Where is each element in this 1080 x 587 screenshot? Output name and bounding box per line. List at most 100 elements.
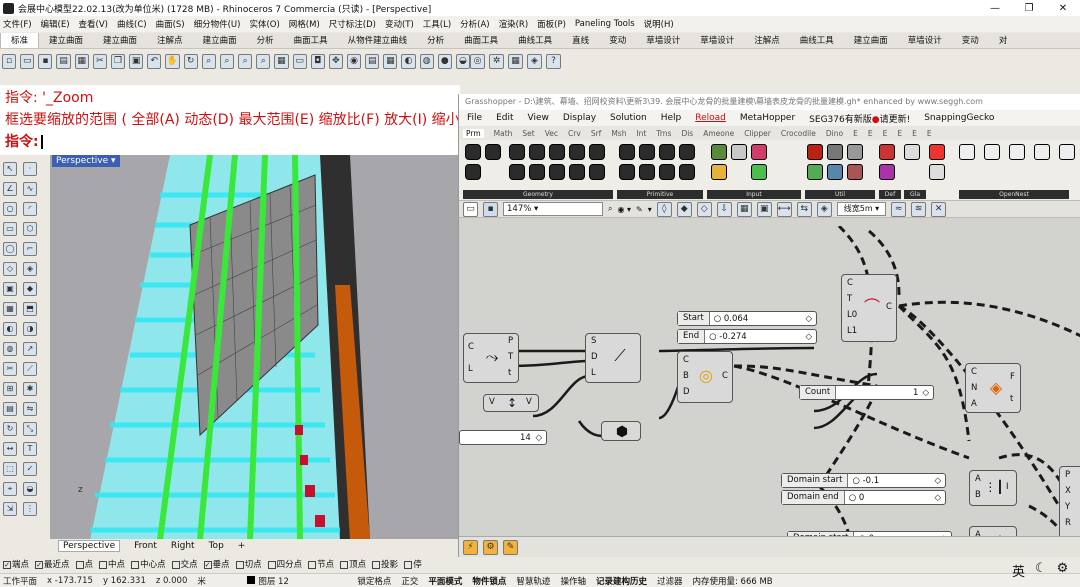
text-icon[interactable]: T (23, 442, 37, 456)
osnap-intersection[interactable]: 交点 (171, 558, 198, 570)
gh-tab-e4[interactable]: E (897, 129, 902, 138)
transform-icon[interactable]: ⇲ (3, 502, 17, 516)
port-c[interactable]: C (683, 355, 689, 365)
primitive-param-icon[interactable] (619, 164, 635, 180)
gh-node-param[interactable]: ⬢ (601, 421, 641, 441)
solid-icon[interactable]: ◆ (23, 282, 37, 296)
input-param-icon[interactable] (751, 144, 767, 160)
loft-icon[interactable]: ◈ (23, 262, 37, 276)
perspective-viewport[interactable]: Perspective ▾ z (50, 155, 460, 540)
nest-icon[interactable] (1059, 144, 1075, 160)
toggle-smarttrack[interactable]: 智慧轨迹 (516, 575, 550, 587)
preview-selected-icon[interactable]: ◇ (696, 201, 712, 217)
cut-icon[interactable]: ✂ (92, 53, 107, 69)
restore-button[interactable]: ❐ (1012, 3, 1046, 14)
wire-icon[interactable]: ✕ (931, 201, 947, 217)
port-a[interactable]: A (971, 399, 977, 409)
toggle-gumball[interactable]: 操作轴 (560, 575, 586, 587)
tab-item[interactable]: 曲线工具 (790, 33, 844, 48)
current-layer[interactable]: 图层 12 (247, 575, 347, 587)
select-arrow-icon[interactable]: ↖ (3, 162, 17, 176)
checkbox[interactable] (308, 560, 317, 569)
rotate-icon[interactable]: ↻ (3, 422, 17, 436)
toggle-planar[interactable]: 平面模式 (428, 575, 462, 587)
port-a[interactable]: A (975, 474, 981, 484)
gh-menu-metahopper[interactable]: MetaHopper (740, 113, 795, 123)
polygon-icon[interactable]: ⬡ (23, 222, 37, 236)
geometry-param-icon[interactable] (589, 144, 605, 160)
viewport-tab-perspective[interactable]: Perspective (58, 540, 121, 552)
menu-paneling-tools[interactable]: Paneling Tools (575, 19, 635, 29)
menu-panels[interactable]: 面板(P) (537, 18, 566, 30)
checkbox[interactable]: ✓ (203, 560, 212, 569)
tab-item[interactable]: 曲面工具 (284, 33, 338, 48)
primitive-param-icon[interactable] (619, 144, 635, 160)
panel-icon[interactable]: ▦ (508, 53, 523, 69)
help-icon[interactable]: ? (546, 53, 561, 69)
point-icon[interactable]: · (23, 162, 37, 176)
primitive-param-icon[interactable] (659, 144, 675, 160)
import-icon[interactable]: ▦ (74, 53, 89, 69)
gh-tab-clipper[interactable]: Clipper (744, 129, 771, 138)
tab-item[interactable]: 注解点 (147, 33, 193, 48)
preview-shaded-icon[interactable]: ◆ (676, 201, 692, 217)
gh-tab-display[interactable]: Dis (681, 129, 693, 138)
toggle-filter[interactable]: 过滤器 (657, 575, 683, 587)
tab-item[interactable]: 草墙设计 (636, 33, 690, 48)
gh-tab-ameone[interactable]: Ameone (703, 129, 734, 138)
add-viewport-button[interactable]: + (238, 541, 246, 551)
gh-node-plane[interactable]: P X Y R (1059, 466, 1080, 546)
port-f[interactable]: F (1010, 372, 1015, 382)
gh-tab-e1[interactable]: E (853, 129, 858, 138)
gh-tab-dino[interactable]: Dino (826, 129, 843, 138)
port-b[interactable]: B (975, 490, 981, 500)
tab-item[interactable]: 曲线工具 (508, 33, 562, 48)
tab-standard[interactable]: 标准 (0, 33, 40, 48)
tab-item[interactable]: 草墙设计 (690, 33, 744, 48)
menu-surface[interactable]: 曲面(S) (156, 18, 185, 30)
geometry-param-icon[interactable] (569, 144, 585, 160)
menu-tools[interactable]: 工具(L) (423, 18, 451, 30)
gh-tab-e2[interactable]: E (868, 129, 873, 138)
menu-view[interactable]: 查看(V) (79, 18, 108, 30)
linewidth-dropdown[interactable]: 线宽5m ▾ (836, 202, 887, 216)
slider-grip-icon[interactable]: ◇ (805, 332, 816, 342)
menu-file[interactable]: 文件(F) (3, 18, 32, 30)
util-icon[interactable] (847, 164, 863, 180)
nest-icon[interactable] (1009, 144, 1025, 160)
connect-icon[interactable]: ⟷ (776, 201, 792, 217)
select-icon[interactable]: ▭ (292, 53, 307, 69)
sphere-render-icon[interactable]: ● (437, 53, 452, 69)
osnap-end[interactable]: ✓ 端点 (3, 558, 29, 570)
port-c[interactable]: C (971, 367, 977, 377)
port-t[interactable]: t (1010, 394, 1013, 404)
close-button[interactable]: ✕ (1046, 3, 1080, 14)
car-icon[interactable]: ◘ (310, 53, 325, 69)
gh-plugin-icon[interactable]: ⚡ (463, 540, 478, 555)
check-icon[interactable]: ✓ (23, 462, 37, 476)
osnap-perp[interactable]: ✓ 垂点 (203, 558, 230, 570)
block-icon[interactable]: ⬚ (3, 462, 17, 476)
rotate-view-icon[interactable]: ↻ (183, 53, 198, 69)
slider-grip-icon[interactable]: ◇ (535, 433, 546, 443)
geometry-param-icon[interactable] (509, 164, 525, 180)
gh-node-vector[interactable]: V V ↕ (483, 394, 539, 412)
zoom-window-icon[interactable]: ⌕ (219, 53, 235, 69)
port-v[interactable]: V (489, 397, 495, 407)
toggle-osnap[interactable]: 物件锁点 (472, 575, 506, 587)
box-icon[interactable]: ▣ (3, 282, 17, 296)
tab-item[interactable]: 分析 (417, 33, 454, 48)
geometry-param-icon[interactable] (569, 164, 585, 180)
fillet-icon[interactable]: ⌐ (23, 242, 37, 256)
port-p[interactable]: P (1065, 470, 1070, 480)
scale-icon[interactable]: ⤡ (23, 422, 37, 436)
primitive-param-icon[interactable] (659, 164, 675, 180)
checkbox[interactable]: ✓ (3, 560, 11, 569)
preview-wire-icon[interactable]: ◊ (656, 201, 672, 217)
port-p[interactable]: P (508, 336, 513, 346)
minimize-button[interactable]: — (978, 3, 1012, 14)
gh-menu-edit[interactable]: Edit (496, 113, 513, 123)
boolean-icon[interactable]: ◐ (3, 322, 17, 336)
checkbox[interactable] (372, 560, 381, 569)
align-icon[interactable]: ⇆ (796, 201, 812, 217)
